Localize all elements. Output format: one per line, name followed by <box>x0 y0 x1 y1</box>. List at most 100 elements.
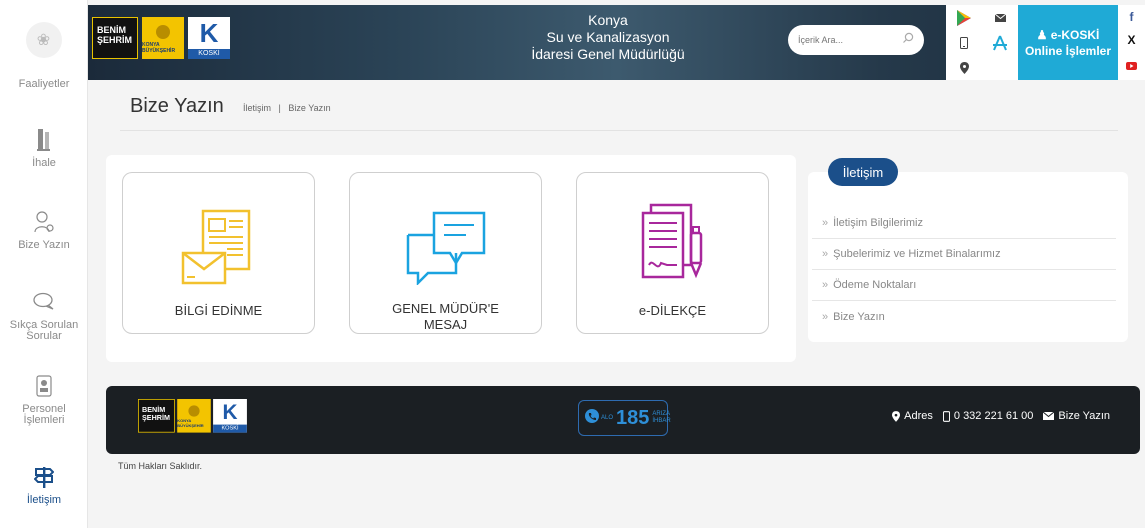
sidebar-item-personel[interactable]: Personel İşlemleri <box>0 374 88 426</box>
document-envelope-icon <box>177 187 261 287</box>
menu-item-label: Şubelerimiz ve Hizmet Binalarımız <box>833 248 1001 260</box>
leaf-icon[interactable]: ❀ <box>25 22 62 58</box>
footer-koski-logo[interactable]: K KOSKİ <box>213 399 247 433</box>
breadcrumb: İletişim | Bize Yazın <box>243 103 331 113</box>
id-badge-icon <box>36 374 52 398</box>
koski-k-icon: K <box>213 399 247 425</box>
double-chevron-icon: » <box>822 279 829 291</box>
site-title-line2: Su ve Kanalizasyon <box>546 29 670 45</box>
mobile-icon <box>942 410 950 422</box>
site-title-line3: İdaresi Genel Müdürlüğü <box>531 46 685 62</box>
footer-phone-link[interactable]: 0 332 221 61 00 <box>942 410 1034 422</box>
menu-item-label: Ödeme Noktaları <box>833 279 917 291</box>
koski-k-icon: K <box>188 17 230 49</box>
footer-bize-yazin-label: Bize Yazın <box>1058 410 1110 422</box>
footer-benim-sehrim-logo[interactable]: BENİM ŞEHRİM <box>138 399 175 433</box>
iletisim-menu-list: » İletişim Bilgilerimiz » Şubelerimiz ve… <box>812 208 1116 332</box>
search-box <box>788 25 924 55</box>
location-icon[interactable] <box>946 55 982 80</box>
footer-konya-buyuksehir-logo[interactable]: KONYA BÜYÜKŞEHİR <box>177 399 211 433</box>
kbb-logo-text: KONYA BÜYÜKŞEHİR <box>177 419 204 429</box>
alo-number: 185 <box>616 406 650 429</box>
footer-logos: BENİM ŞEHRİM KONYA BÜYÜKŞEHİR K KOSKİ <box>138 399 247 433</box>
site-footer: BENİM ŞEHRİM KONYA BÜYÜKŞEHİR K KOSKİ AL… <box>106 386 1140 454</box>
iletisim-menu-title: İletişim <box>828 158 898 186</box>
card-label: BİLGİ EDİNME <box>174 303 263 318</box>
site-header: BENİM ŞEHRİM KONYA BÜYÜKŞEHİR K KOSKİ Ko… <box>88 5 1145 80</box>
alo-185-badge[interactable]: ALO 185 ARIZA İHBAR <box>578 400 671 436</box>
breadcrumb-separator: | <box>278 103 281 113</box>
site-title-line1: Konya <box>588 12 628 28</box>
footer-address-label: Adres <box>904 410 933 422</box>
card-label: e-DİLEKÇE <box>638 303 707 318</box>
sidebar-item-sss[interactable]: Sıkça Sorulan Sorular <box>0 290 88 342</box>
menu-item-odeme-noktalari[interactable]: » Ödeme Noktaları <box>812 270 1116 301</box>
mail-icon <box>1043 412 1055 420</box>
benim-sehrim-logo[interactable]: BENİM ŞEHRİM <box>92 17 138 59</box>
breadcrumb-link-iletisim[interactable]: İletişim <box>243 103 271 113</box>
sidebar-item-bize-yazin[interactable]: Bize Yazın <box>0 210 88 251</box>
app-store-icon[interactable] <box>982 30 1018 55</box>
seal-icon <box>156 25 170 39</box>
seal-icon <box>188 405 200 417</box>
sidebar-item-ihale[interactable]: İhale <box>0 128 88 169</box>
ekoski-line1: e-KOSKİ <box>1050 27 1100 42</box>
document-pen-icon <box>633 187 713 287</box>
koski-logo[interactable]: K KOSKİ <box>188 17 230 59</box>
chat-bubbles-icon <box>404 187 488 285</box>
konya-buyuksehir-logo[interactable]: KONYA BÜYÜKŞEHİR <box>142 17 184 59</box>
chat-bubble-icon <box>32 290 56 314</box>
sidebar-item-label: İhale <box>32 157 56 169</box>
facebook-icon[interactable]: f <box>1130 10 1134 24</box>
ekoski-title: ♟ e-KOSKİ <box>1037 27 1100 43</box>
koski-logo-text: KOSKİ <box>213 424 247 433</box>
mail-icon[interactable] <box>982 5 1018 30</box>
sidebar-item-iletisim[interactable]: İletişim <box>0 465 88 506</box>
alo-side-label-2: İHBAR <box>652 418 671 424</box>
card-label: GENEL MÜDÜR'E MESAJ <box>392 301 499 332</box>
youtube-icon[interactable] <box>1126 57 1137 75</box>
ekoski-online-button[interactable]: ♟ e-KOSKİ Online İşlemler <box>1018 5 1118 80</box>
bookmark-icon <box>37 128 51 152</box>
alo-top-label: ALO <box>601 414 614 421</box>
user-group-icon: ♟ <box>1036 27 1048 42</box>
card-e-dilekce[interactable]: e-DİLEKÇE <box>576 172 769 334</box>
mobile-icon[interactable] <box>946 30 982 55</box>
double-chevron-icon: » <box>822 217 829 229</box>
card-genel-mudur-mesaj[interactable]: GENEL MÜDÜR'E MESAJ <box>349 172 542 334</box>
paperclip-icon <box>33 210 55 234</box>
double-chevron-icon: » <box>822 248 829 260</box>
x-twitter-icon[interactable]: X <box>1127 33 1135 47</box>
alo-side-label-1: ARIZA <box>652 411 671 417</box>
card-bilgi-edinme[interactable]: BİLGİ EDİNME <box>122 172 315 334</box>
menu-item-bize-yazin[interactable]: » Bize Yazın <box>812 301 1116 332</box>
footer-contact-info: Adres 0 332 221 61 00 Bize Yazın <box>892 410 1110 422</box>
menu-item-label: Bize Yazın <box>833 310 885 323</box>
location-icon <box>892 410 901 422</box>
sidebar-item-label: Personel İşlemleri <box>22 403 66 426</box>
social-links: f X <box>1118 5 1145 80</box>
phone-icon <box>585 408 599 428</box>
site-title: Konya Su ve Kanalizasyon İdaresi Genel M… <box>468 12 748 63</box>
double-chevron-icon: » <box>822 310 829 323</box>
menu-item-iletisim-bilgilerimiz[interactable]: » İletişim Bilgilerimiz <box>812 208 1116 239</box>
footer-phone-number: 0 332 221 61 00 <box>953 410 1034 422</box>
header-quick-icons <box>946 5 1018 80</box>
koski-logo-text: KOSKİ <box>188 49 230 59</box>
sidebar-item-label: İletişim <box>26 494 62 506</box>
google-play-icon[interactable] <box>946 5 982 30</box>
menu-item-subelerimiz[interactable]: » Şubelerimiz ve Hizmet Binalarımız <box>812 239 1116 270</box>
footer-bize-yazin-link[interactable]: Bize Yazın <box>1043 410 1110 422</box>
footer-address-link[interactable]: Adres <box>892 410 933 422</box>
breadcrumb-current: Bize Yazın <box>288 103 331 113</box>
page-title: Bize Yazın <box>130 95 224 117</box>
title-divider <box>120 130 1118 131</box>
sidebar-item-faaliyetler[interactable]: Faaliyetler <box>0 78 88 90</box>
kbb-logo-text: KONYA BÜYÜKŞEHİR <box>142 42 176 54</box>
sidebar-item-label: Bize Yazın <box>18 239 70 251</box>
header-logos: BENİM ŞEHRİM KONYA BÜYÜKŞEHİR K KOSKİ <box>92 17 230 59</box>
search-input[interactable] <box>798 35 894 45</box>
search-icon[interactable] <box>902 31 914 49</box>
signpost-icon <box>34 465 54 489</box>
menu-item-label: İletişim Bilgilerimiz <box>833 217 923 229</box>
